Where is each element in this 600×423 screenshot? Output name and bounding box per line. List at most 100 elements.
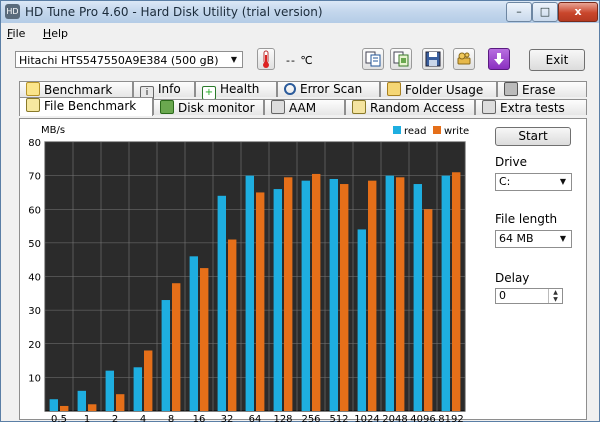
minimize-button[interactable]: – (506, 2, 532, 22)
menu-file-label: ile (12, 27, 26, 40)
chevron-down-icon[interactable]: ▼ (555, 174, 571, 189)
y-tick-label: 80 (28, 138, 41, 149)
tab-aam-label: AAM (289, 101, 317, 115)
spin-up-icon[interactable]: ▲ (549, 289, 562, 296)
y-tick-label: 50 (28, 239, 41, 250)
read-bar (301, 180, 310, 411)
copy-screen-icon[interactable] (390, 48, 412, 70)
write-bar (396, 177, 405, 411)
read-bar (245, 175, 254, 411)
maximize-button[interactable]: □ (532, 2, 558, 22)
toolbar: Hitachi HTS547550A9E384 (500 gB) ▼ -- ℃ … (1, 45, 599, 75)
read-bar (385, 175, 394, 411)
extra-tests-icon (482, 100, 496, 114)
spin-down-icon[interactable]: ▼ (549, 296, 562, 303)
random-access-icon (352, 100, 366, 114)
drive-letter-value: C: (499, 175, 511, 188)
plot-area: 10203040506070800.5 1 2 4 8 16 32 64 128 256 512 10… (28, 138, 466, 423)
options-icon[interactable] (453, 48, 475, 70)
menu-bar: File Help (7, 27, 82, 41)
drive-letter-select[interactable]: C: ▼ (495, 173, 572, 191)
y-tick-label: 60 (28, 205, 41, 216)
legend-read-label: read (404, 126, 427, 137)
tab-info[interactable]: i Info (133, 81, 195, 100)
delay-label: Delay (495, 271, 530, 285)
tab-folder-usage[interactable]: Folder Usage (380, 81, 497, 97)
title-bar[interactable]: HD HD Tune Pro 4.60 - Hard Disk Utility … (1, 1, 599, 23)
write-bar (340, 184, 349, 411)
start-button[interactable]: Start (495, 127, 571, 146)
save-icon[interactable] (422, 48, 444, 70)
write-bar (172, 283, 181, 411)
hdd-icon[interactable]: HD (5, 4, 20, 19)
write-bar (312, 173, 321, 411)
drive-select-value: Hitachi HTS547550A9E384 (500 gB) (19, 54, 219, 67)
tab-info-label: Info (158, 82, 181, 96)
y-tick-label: 70 (28, 172, 41, 183)
tab-aam[interactable]: AAM (264, 99, 345, 115)
read-bar (441, 175, 450, 411)
tab-error-scan[interactable]: Error Scan (277, 81, 380, 97)
read-bar (189, 256, 198, 411)
chevron-down-icon[interactable]: ▼ (226, 52, 242, 67)
read-bar (133, 367, 142, 411)
speaker-icon (271, 100, 285, 114)
benchmark-icon (26, 82, 40, 96)
tab-disk-monitor[interactable]: Disk monitor (153, 99, 264, 115)
file-length-select[interactable]: 64 MB ▼ (495, 230, 572, 248)
read-bar (161, 300, 170, 411)
exit-button[interactable]: Exit (529, 49, 585, 71)
tab-health[interactable]: + Health (195, 81, 277, 100)
read-bar (273, 189, 282, 411)
tab-random-access[interactable]: Random Access (345, 99, 475, 115)
close-button[interactable]: x (558, 2, 598, 22)
write-bar (368, 180, 377, 411)
y-tick-label: 10 (28, 373, 41, 384)
window-title: HD Tune Pro 4.60 - Hard Disk Utility (tr… (25, 5, 323, 19)
chevron-down-icon[interactable]: ▼ (555, 231, 571, 246)
read-bar (329, 178, 338, 411)
read-bar (357, 229, 366, 411)
drive-select[interactable]: Hitachi HTS547550A9E384 (500 gB) ▼ (15, 51, 243, 68)
thermometer-icon (257, 48, 275, 70)
tab-erase[interactable]: Erase (497, 81, 587, 97)
menu-help-label: elp (51, 27, 69, 40)
tab-file-benchmark-label: File Benchmark (44, 99, 137, 113)
legend-write-label: write (444, 126, 469, 137)
tab-extra-tests[interactable]: Extra tests (475, 99, 587, 115)
tab-benchmark-label: Benchmark (44, 83, 113, 97)
menu-file[interactable]: File (7, 27, 25, 40)
read-bar (49, 399, 58, 411)
spinner-arrows[interactable]: ▲ ▼ (548, 289, 562, 303)
read-bar (77, 390, 86, 411)
y-tick-label: 30 (28, 306, 41, 317)
file-benchmark-icon (26, 98, 40, 112)
read-bar (105, 370, 114, 411)
write-bar (60, 405, 69, 411)
tab-erase-label: Erase (522, 83, 556, 97)
menu-help[interactable]: Help (43, 27, 68, 40)
file-length-value: 64 MB (499, 232, 534, 245)
delay-spinner[interactable]: 0 ▲ ▼ (495, 288, 563, 304)
write-bar (144, 350, 153, 411)
y-axis-label: MB/s (41, 125, 65, 136)
delay-value: 0 (499, 289, 506, 302)
copy-text-icon[interactable] (362, 48, 384, 70)
legend-write-swatch (433, 126, 441, 134)
benchmark-chart: MB/s read write 10203040506070800.5 1 2 4 8 1… (28, 125, 469, 423)
tab-random-access-label: Random Access (370, 101, 465, 115)
write-bar (452, 172, 461, 411)
write-bar (88, 404, 97, 411)
legend-read-swatch (393, 126, 401, 134)
app-window: HD HD Tune Pro 4.60 - Hard Disk Utility … (0, 0, 600, 423)
tab-error-scan-label: Error Scan (300, 82, 363, 96)
tab-extra-tests-label: Extra tests (500, 101, 565, 115)
download-icon[interactable] (488, 48, 510, 70)
write-bar (424, 209, 433, 411)
tab-file-benchmark[interactable]: File Benchmark (19, 97, 153, 116)
write-bar (200, 268, 209, 411)
write-bar (284, 177, 293, 411)
tab-health-label: Health (220, 82, 260, 96)
tab-benchmark[interactable]: Benchmark (19, 81, 133, 97)
tab-disk-monitor-label: Disk monitor (178, 101, 255, 115)
